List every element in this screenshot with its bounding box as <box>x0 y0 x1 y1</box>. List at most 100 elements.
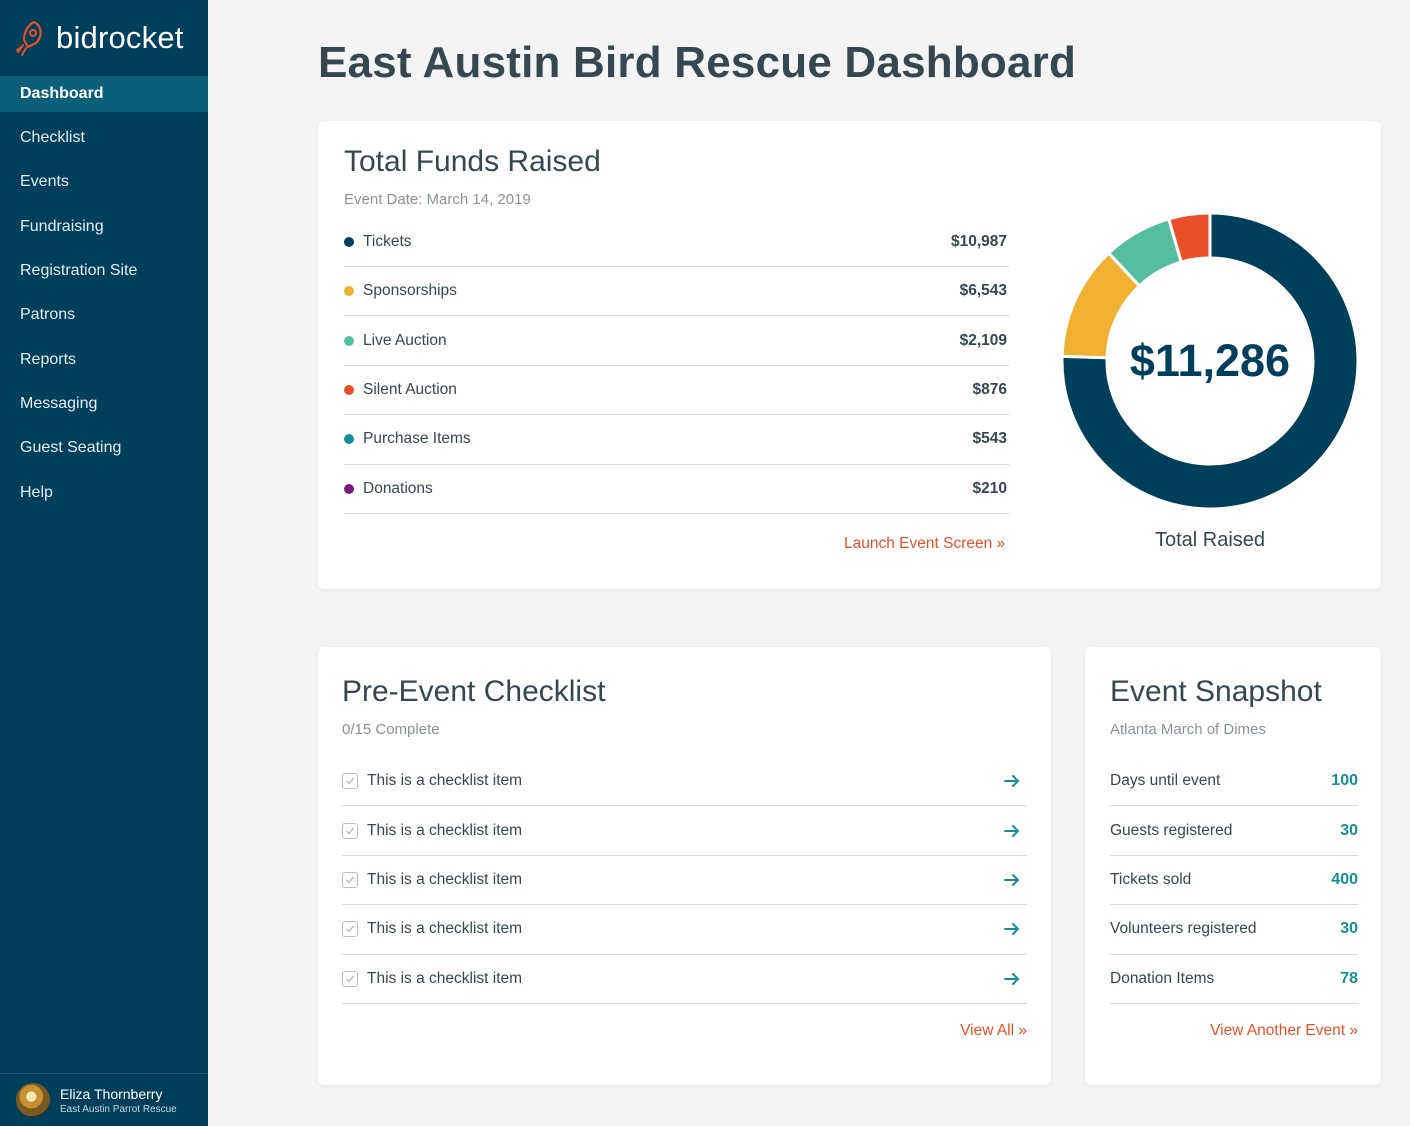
funds-value: $210 <box>972 479 1007 497</box>
check-icon <box>345 827 355 835</box>
check-icon <box>345 777 355 785</box>
stat-label: Donation Items <box>1110 969 1215 987</box>
arrow-right-icon[interactable] <box>1003 920 1021 938</box>
legend-dot <box>344 434 354 445</box>
arrow-right-icon[interactable] <box>1003 871 1021 889</box>
sidebar-item-registration-site[interactable]: Registration Site <box>0 249 208 293</box>
list-item: Silent Auction $876 <box>344 366 1009 416</box>
checklist-item-label: This is a checklist item <box>367 920 523 938</box>
check-icon <box>345 925 355 933</box>
snapshot-card: Event Snapshot Atlanta March of Dimes Da… <box>1085 647 1381 1085</box>
checklist-title: Pre-Event Checklist <box>342 675 606 708</box>
sidebar-item-fundraising[interactable]: Fundraising <box>0 205 208 249</box>
page-title: East Austin Bird Rescue Dashboard <box>318 38 1077 87</box>
sidebar-item-dashboard[interactable]: Dashboard <box>0 76 208 112</box>
user-name: Eliza Thornberry <box>60 1085 163 1102</box>
stat-label: Volunteers registered <box>1110 920 1257 938</box>
event-date: Event Date: March 14, 2019 <box>344 191 531 208</box>
sidebar: bidrocket Dashboard Checklist Events Fun… <box>0 0 208 1126</box>
funds-value: $10,987 <box>950 233 1007 250</box>
rocket-icon <box>16 20 42 56</box>
list-item: Tickets $10,987 <box>344 218 1009 267</box>
sidebar-item-events[interactable]: Events <box>0 160 208 204</box>
snapshot-event-name: Atlanta March of Dimes <box>1110 721 1266 738</box>
checklist-item-label: This is a checklist item <box>367 772 523 790</box>
total-amount: $11,286 <box>1129 335 1291 386</box>
checklist-item-label: This is a checklist item <box>367 969 523 987</box>
launch-event-screen-link[interactable]: Launch Event Screen » <box>844 535 1005 553</box>
sidebar-item-checklist[interactable]: Checklist <box>0 116 208 160</box>
checkbox[interactable] <box>342 871 358 888</box>
checkbox[interactable] <box>342 822 358 839</box>
total-raised-caption: Total Raised <box>1154 529 1266 551</box>
list-item: Live Auction $2,109 <box>344 316 1009 366</box>
funds-label: Silent Auction <box>363 380 457 398</box>
funds-label: Sponsorships <box>363 282 457 300</box>
checklist-item-label: This is a checklist item <box>367 870 523 888</box>
list-item: Donations $210 <box>344 465 1009 514</box>
checklist-item[interactable]: This is a checklist item <box>342 955 1027 1004</box>
checklist-progress: 0/15 Complete <box>342 721 440 738</box>
list-item: Volunteers registered 30 <box>1110 905 1358 955</box>
checklist-item-label: This is a checklist item <box>367 821 523 839</box>
funds-label: Donations <box>363 479 433 497</box>
list-item: Tickets sold 400 <box>1110 856 1358 906</box>
user-profile[interactable]: Eliza Thornberry East Austin Parrot Resc… <box>0 1073 208 1126</box>
donut-chart: $11,286 <box>1060 211 1360 511</box>
arrow-right-icon[interactable] <box>1003 772 1021 790</box>
checklist-item[interactable]: This is a checklist item <box>342 757 1027 807</box>
stat-label: Guests registered <box>1110 821 1233 839</box>
arrow-right-icon[interactable] <box>1003 970 1021 988</box>
stat-value: 78 <box>1340 969 1358 987</box>
funds-value: $6,543 <box>959 282 1007 300</box>
funds-value: $2,109 <box>959 331 1007 349</box>
user-org: East Austin Parrot Rescue <box>60 1103 177 1115</box>
checklist-item[interactable]: This is a checklist item <box>342 905 1027 955</box>
stat-value: 30 <box>1340 920 1358 938</box>
view-all-link[interactable]: View All » <box>960 1022 1027 1040</box>
checklist-item[interactable]: This is a checklist item <box>342 806 1027 856</box>
list-item: Donation Items 78 <box>1110 955 1358 1004</box>
checkbox[interactable] <box>342 921 358 938</box>
legend-dot <box>344 237 354 247</box>
view-another-event-link[interactable]: View Another Event » <box>1210 1022 1358 1040</box>
checklist-item[interactable]: This is a checklist item <box>342 856 1027 906</box>
check-icon <box>345 876 355 884</box>
checklist-items: This is a checklist item This is a check… <box>342 757 1027 1004</box>
stat-label: Days until event <box>1110 772 1221 790</box>
arrow-right-icon[interactable] <box>1003 822 1021 840</box>
sidebar-item-patrons[interactable]: Patrons <box>0 293 208 337</box>
snapshot-title: Event Snapshot <box>1110 675 1322 708</box>
funds-value: $543 <box>972 430 1007 448</box>
funds-label: Tickets <box>363 233 412 250</box>
checkbox[interactable] <box>342 773 358 790</box>
brand[interactable]: bidrocket <box>0 0 208 76</box>
sidebar-item-help[interactable]: Help <box>0 470 208 514</box>
list-item: Sponsorships $6,543 <box>344 267 1009 317</box>
funds-card: Total Funds Raised Event Date: March 14,… <box>318 121 1381 589</box>
stat-value: 30 <box>1340 821 1358 839</box>
funds-list: Tickets $10,987 Sponsorships $6,543 Live… <box>344 218 1009 514</box>
brand-name: bidrocket <box>56 20 184 55</box>
checklist-card: Pre-Event Checklist 0/15 Complete This i… <box>318 647 1051 1085</box>
list-item: Days until event 100 <box>1110 757 1358 807</box>
legend-dot <box>344 286 354 297</box>
list-item: Purchase Items $543 <box>344 415 1009 465</box>
funds-label: Purchase Items <box>363 430 471 448</box>
sidebar-nav: Dashboard Checklist Events Fundraising R… <box>0 76 208 515</box>
funds-label: Live Auction <box>363 331 447 349</box>
stat-value: 400 <box>1331 870 1358 888</box>
check-icon <box>345 975 355 983</box>
sidebar-item-messaging[interactable]: Messaging <box>0 382 208 426</box>
stat-value: 100 <box>1331 772 1358 790</box>
funds-title: Total Funds Raised <box>344 145 601 178</box>
avatar <box>16 1083 50 1117</box>
checkbox[interactable] <box>342 970 358 987</box>
stat-label: Tickets sold <box>1110 870 1192 888</box>
legend-dot <box>344 483 354 494</box>
sidebar-item-reports[interactable]: Reports <box>0 337 208 381</box>
legend-dot <box>344 384 354 395</box>
sidebar-item-guest-seating[interactable]: Guest Seating <box>0 426 208 470</box>
funds-value: $876 <box>972 380 1007 398</box>
snapshot-stats: Days until event 100 Guests registered 30 … <box>1110 757 1358 1004</box>
